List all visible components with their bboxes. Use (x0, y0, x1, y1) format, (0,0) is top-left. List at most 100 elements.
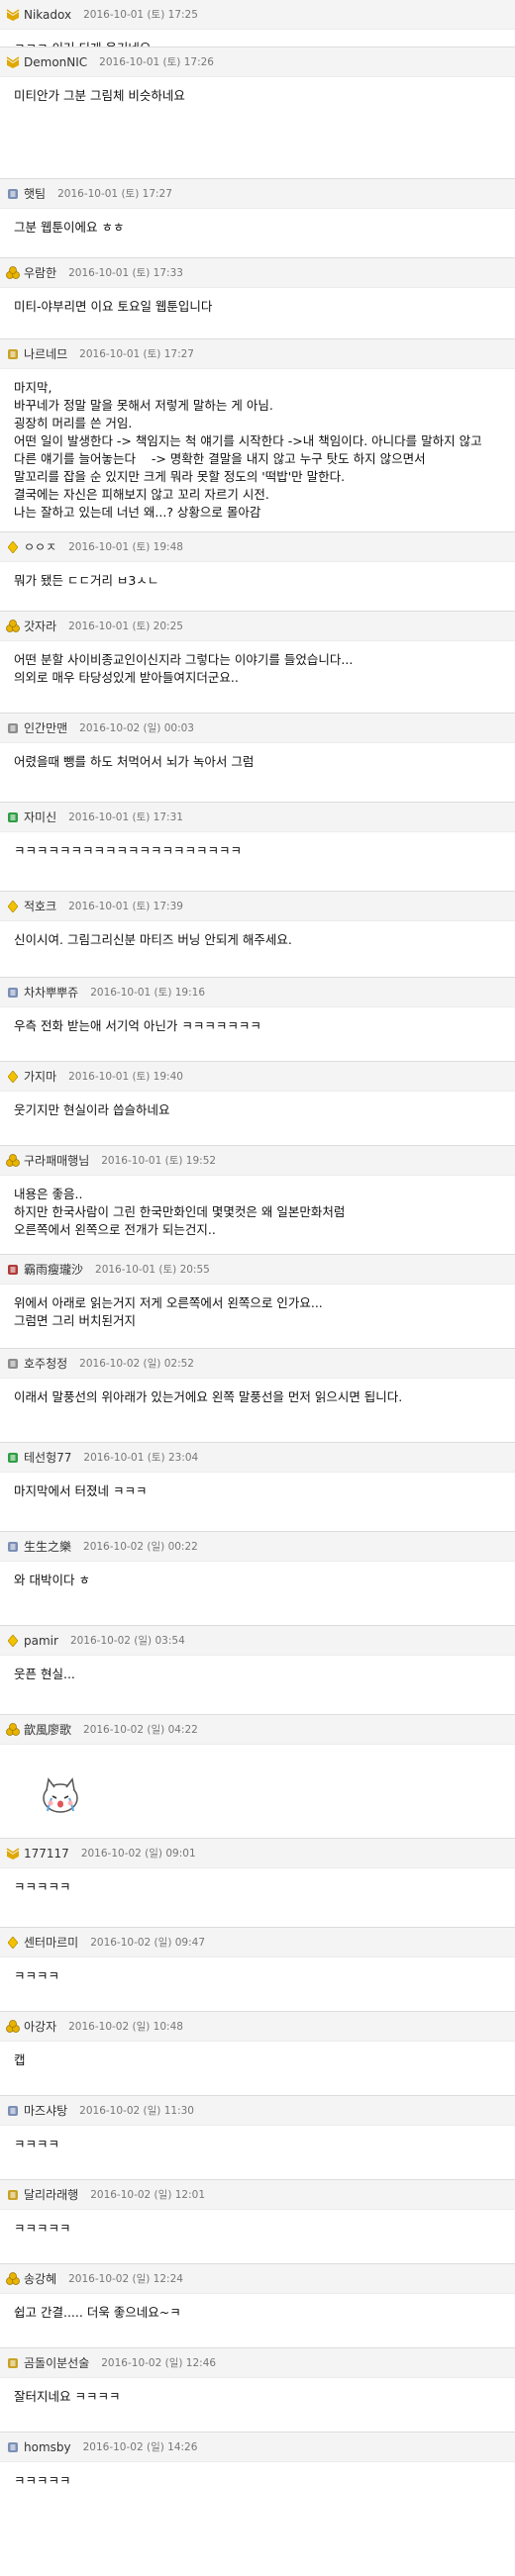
comment-author[interactable]: 아강자 (24, 2018, 56, 2035)
comment-item: 177117 2016-10-02 (일) 09:01 ㅋㅋㅋㅋㅋ (0, 1839, 515, 1928)
comment-text: 캡 (14, 2052, 26, 2067)
comment-header: 곰돌이분선술 2016-10-02 (일) 12:46 (0, 2348, 515, 2378)
comment-author[interactable]: 우람한 (24, 264, 56, 281)
diamond-icon (6, 540, 20, 554)
bookmark-icon (6, 8, 20, 22)
comment-author[interactable]: 인간만맨 (24, 719, 67, 736)
comment-author[interactable]: 나르네므 (24, 345, 67, 362)
comment-text: 웃기지만 현실이라 씁슬하네요 (14, 1102, 170, 1117)
level-badge-icon (6, 187, 20, 201)
comment-item: pamir 2016-10-02 (일) 03:54 웃픈 현실... (0, 1626, 515, 1715)
gold-coins-icon (6, 266, 20, 280)
comment-date: 2016-10-02 (일) 12:01 (90, 2189, 206, 2201)
level-badge-icon (6, 2356, 20, 2370)
comment-author[interactable]: 센터마르미 (24, 1934, 78, 1951)
comment-header: 달리라래행 2016-10-02 (일) 12:01 (0, 2180, 515, 2210)
gold-coins-icon (6, 1723, 20, 1737)
comment-author[interactable]: 적호크 (24, 898, 56, 914)
comment-header: pamir 2016-10-02 (일) 03:54 (0, 1626, 515, 1656)
comment-text: 어떤 분할 사이비종교인이신지라 그렇다는 이야기를 들었습니다... 의외로 … (14, 652, 354, 685)
comment-author[interactable]: 生生之樂 (24, 1538, 71, 1555)
comment-text: 잘터지네요 ㅋㅋㅋㅋ (14, 2389, 121, 2404)
comment-author[interactable]: 송강혜 (24, 2270, 56, 2287)
comment-item: 송강혜 2016-10-02 (일) 12:24 쉽고 간결..... 더욱 좋으… (0, 2264, 515, 2348)
comment-item: 歆風廖歌 2016-10-02 (일) 04:22 (0, 1715, 515, 1839)
comment-text: ㅋㅋㅋㅋ (14, 2137, 60, 2151)
comment-date: 2016-10-01 (토) 17:31 (68, 811, 183, 823)
diamond-icon (6, 1070, 20, 1084)
comment-author[interactable]: 테선헝77 (24, 1449, 71, 1466)
level-badge-icon (6, 347, 20, 361)
comment-date: 2016-10-02 (일) 09:47 (90, 1937, 206, 1949)
gold-coins-icon (6, 2272, 20, 2286)
comment-author[interactable]: 마즈샤탕 (24, 2102, 67, 2119)
comment-author[interactable]: 차차뿌뿌쥬 (24, 984, 78, 1001)
comment-text (0, 1745, 515, 1838)
comment-item: ㅇㅇㅈ 2016-10-01 (토) 19:48 뭐가 됐든 ㄷㄷ거리 ㅂ3ㅅㄴ (0, 532, 515, 612)
comment-header: 生生之樂 2016-10-02 (일) 00:22 (0, 1532, 515, 1562)
level-badge-icon (6, 1263, 20, 1277)
comment-author[interactable]: 달리라래행 (24, 2186, 78, 2203)
comment-text: 그분 웹툰이에요 ㅎㅎ (14, 220, 125, 235)
comment-author[interactable]: DemonNIC (24, 55, 87, 69)
comment-header: ㅇㅇㅈ 2016-10-01 (토) 19:48 (0, 532, 515, 562)
comment-header: homsby 2016-10-02 (일) 14:26 (0, 2433, 515, 2462)
comment-text: 쉽고 간결..... 더욱 좋으네요~ㅋ (14, 2305, 181, 2320)
comment-header: 센터마르미 2016-10-02 (일) 09:47 (0, 1928, 515, 1957)
comment-text: 위에서 아래로 읽는거지 저게 오른쪽에서 왼쪽으로 인가요... 그럼면 그리… (14, 1295, 323, 1328)
comment-text: 미티안가 그분 그림체 비슷하네요 (14, 88, 185, 103)
bookmark-icon (6, 55, 20, 69)
comment-text: 마지막에서 터졌네 ㅋㅋㅋ (14, 1483, 148, 1498)
comment-author[interactable]: 霸雨瘦瓏沙 (24, 1261, 83, 1278)
comment-date: 2016-10-01 (토) 17:27 (79, 348, 194, 360)
comment-author[interactable]: ㅇㅇㅈ (24, 538, 56, 555)
comment-header: 가지마 2016-10-01 (토) 19:40 (0, 1062, 515, 1092)
bookmark-icon (6, 1847, 20, 1860)
diamond-icon (6, 1936, 20, 1950)
level-badge-icon (6, 986, 20, 1000)
comment-item: homsby 2016-10-02 (일) 14:26 ㅋㅋㅋㅋㅋ (0, 2433, 515, 2502)
comment-author[interactable]: 자미신 (24, 809, 56, 825)
diamond-icon (6, 900, 20, 913)
comment-author[interactable]: Nikadox (24, 8, 71, 22)
comment-date: 2016-10-01 (토) 17:39 (68, 901, 183, 912)
comment-header: 마즈샤탕 2016-10-02 (일) 11:30 (0, 2096, 515, 2126)
comment-author[interactable]: 호주청정 (24, 1355, 67, 1372)
comment-date: 2016-10-01 (토) 20:55 (95, 1264, 210, 1276)
comment-author[interactable]: pamir (24, 1634, 58, 1648)
comment-text: ㅋㅋㅋㅋㅋㅋㅋㅋㅋㅋㅋㅋㅋㅋㅋㅋㅋㅋㅋㅋ (14, 843, 243, 858)
comment-author[interactable]: 177117 (24, 1847, 69, 1860)
comment-author[interactable]: 갓자라 (24, 618, 56, 634)
comment-item: 차차뿌뿌쥬 2016-10-01 (토) 19:16 우측 전화 받는애 서기억 … (0, 978, 515, 1062)
comment-author[interactable]: 곰돌이분선술 (24, 2354, 89, 2371)
comment-text: ㅋㅋㅋㅋㅋ (14, 2473, 71, 2488)
comment-header: 햇팀 2016-10-01 (토) 17:27 (0, 179, 515, 209)
comment-date: 2016-10-01 (토) 17:26 (99, 56, 214, 68)
level-badge-icon (6, 2104, 20, 2118)
comment-header: 우람한 2016-10-01 (토) 17:33 (0, 258, 515, 288)
comment-date: 2016-10-02 (일) 14:26 (82, 2441, 198, 2453)
comment-author[interactable]: 가지마 (24, 1068, 56, 1085)
comment-item: 나르네므 2016-10-01 (토) 17:27 마지막, 바꾸네가 정말 말을… (0, 339, 515, 532)
comment-author[interactable]: homsby (24, 2440, 71, 2454)
comment-date: 2016-10-02 (일) 00:22 (83, 1541, 198, 1553)
comment-date: 2016-10-02 (일) 03:54 (69, 1635, 185, 1647)
comment-item: 테선헝77 2016-10-01 (토) 23:04 마지막에서 터졌네 ㅋㅋㅋ (0, 1443, 515, 1532)
comment-item: 아강자 2016-10-02 (일) 10:48 캡 (0, 2012, 515, 2096)
level-badge-icon (6, 2440, 20, 2454)
comment-text: 신이시여. 그림그리신분 마티즈 버닝 안되게 해주세요. (14, 932, 292, 947)
comment-text: ㅋㅋㅋㅋㅋ (14, 2221, 71, 2236)
comment-author[interactable]: 햇팀 (24, 185, 46, 202)
comment-item: 적호크 2016-10-01 (토) 17:39 신이시여. 그림그리신분 마티즈… (0, 892, 515, 978)
comment-item: 구라패매행님 2016-10-01 (토) 19:52 내용은 좋음.. 하지만 … (0, 1146, 515, 1255)
comment-date: 2016-10-01 (토) 19:48 (68, 541, 183, 553)
comment-item: 우람한 2016-10-01 (토) 17:33 미티-야부리면 이요 토요일 웹… (0, 258, 515, 339)
comment-list: Nikadox 2016-10-01 (토) 17:25 ㅋㅋㅋ 이거 디게 웃기… (0, 0, 515, 2502)
comment-author[interactable]: 歆風廖歌 (24, 1721, 71, 1738)
comment-text: ㅋㅋㅋ 이거 디게 웃기네요. (0, 30, 515, 47)
comment-text: 우측 전화 받는애 서기억 아닌가 ㅋㅋㅋㅋㅋㅋㅋ (14, 1018, 261, 1033)
comment-header: 인간만맨 2016-10-02 (일) 00:03 (0, 714, 515, 743)
comment-date: 2016-10-01 (토) 23:04 (83, 1452, 199, 1464)
comment-author[interactable]: 구라패매행님 (24, 1152, 89, 1169)
comment-header: 歆風廖歌 2016-10-02 (일) 04:22 (0, 1715, 515, 1745)
